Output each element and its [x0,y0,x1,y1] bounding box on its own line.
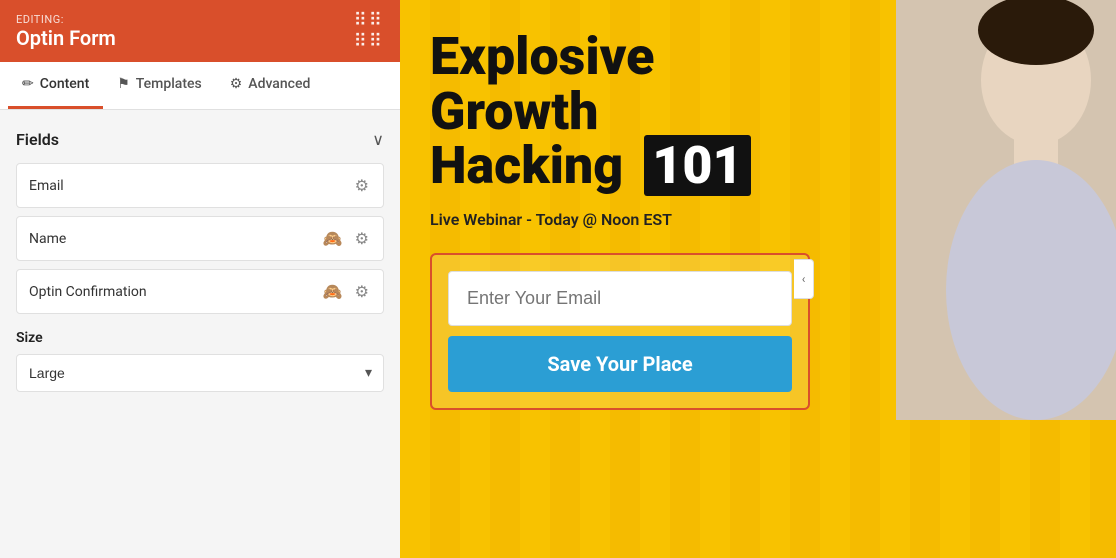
tab-advanced[interactable]: ⚙ Advanced [216,62,325,109]
headline-line2: Growth [430,85,1086,140]
field-name-label: Name [29,231,321,247]
eye-hidden-icon-name[interactable]: 🙈 [321,227,345,250]
size-select-wrap: Small Medium Large Extra Large ▾ [16,354,384,392]
preview-panel: Explosive Growth Hacking 101 Live Webina… [400,0,1116,558]
field-email-label: Email [29,178,353,194]
size-section: Size Small Medium Large Extra Large ▾ [16,330,384,392]
left-panel: EDITING: Optin Form ⠿⠿⠿⠿ ✏ Content ⚑ Tem… [0,0,400,558]
subheadline: Live Webinar - Today @ Noon EST [430,210,1086,229]
dots-grid-icon[interactable]: ⠿⠿⠿⠿ [354,10,384,52]
cta-button[interactable]: Save Your Place [448,336,792,392]
panel-tabs: ✏ Content ⚑ Templates ⚙ Advanced [0,62,400,110]
headline: Explosive Growth Hacking 101 [430,30,1086,194]
headline-line3-text: Hacking [430,135,623,196]
chevron-down-icon[interactable]: ∨ [372,130,384,149]
preview-content: Explosive Growth Hacking 101 Live Webina… [400,0,1116,558]
field-optin-actions: 🙈 ⚙ [321,280,371,303]
headline-line1: Explosive [430,30,1086,85]
field-optin-label: Optin Confirmation [29,284,321,300]
sliders-icon: ⚙ [230,76,243,92]
gear-icon-email[interactable]: ⚙ [353,174,371,197]
size-select[interactable]: Small Medium Large Extra Large [16,354,384,392]
tab-content[interactable]: ✏ Content [8,62,103,109]
field-name-actions: 🙈 ⚙ [321,227,371,250]
tab-content-label: Content [40,76,90,92]
eye-hidden-icon-optin[interactable]: 🙈 [321,280,345,303]
gear-icon-optin[interactable]: ⚙ [353,280,371,303]
template-icon: ⚑ [117,76,130,92]
headline-number: 101 [644,135,750,196]
collapse-arrow-icon: ‹ [802,272,806,286]
field-email-actions: ⚙ [353,174,371,197]
tab-templates-label: Templates [136,76,202,92]
field-row-name: Name 🙈 ⚙ [16,216,384,261]
field-row-optin: Optin Confirmation 🙈 ⚙ [16,269,384,314]
panel-collapse-button[interactable]: ‹ [794,259,814,299]
panel-body: Fields ∨ Email ⚙ Name 🙈 ⚙ Optin Confirma… [0,110,400,558]
size-label: Size [16,330,384,346]
fields-section-header: Fields ∨ [16,130,384,149]
optin-form-area: Save Your Place [430,253,810,410]
email-input[interactable] [448,271,792,326]
header-left: EDITING: Optin Form [16,13,116,50]
editing-label: EDITING: [16,13,116,26]
fields-section-title: Fields [16,130,59,149]
tab-templates[interactable]: ⚑ Templates [103,62,216,109]
panel-header: EDITING: Optin Form ⠿⠿⠿⠿ [0,0,400,62]
panel-title: Optin Form [16,26,116,50]
headline-line3: Hacking 101 [430,139,1086,194]
field-row-email: Email ⚙ [16,163,384,208]
gear-icon-name[interactable]: ⚙ [353,227,371,250]
tab-advanced-label: Advanced [248,76,310,92]
pencil-icon: ✏ [22,76,34,92]
